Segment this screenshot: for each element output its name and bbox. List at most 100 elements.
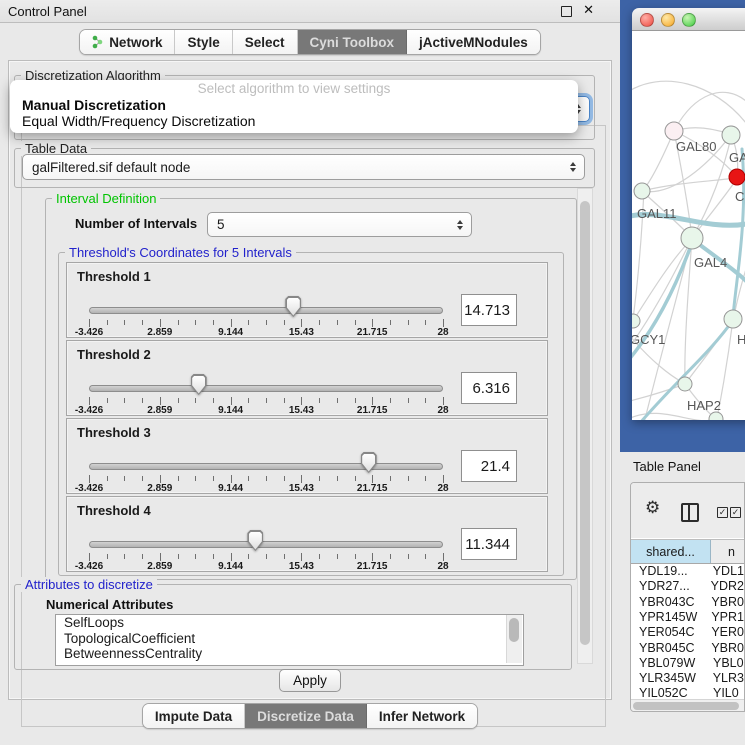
slider-track[interactable] (89, 385, 443, 392)
tab-jactivemnodules[interactable]: jActiveMNodules (407, 30, 540, 54)
table-row[interactable]: YBL079WYBL0 (631, 656, 744, 671)
slider-track[interactable] (89, 463, 443, 470)
control-panel-titlebar: Control Panel ✕ (0, 0, 620, 23)
network-edge (644, 131, 674, 189)
table-cell: YBR043C (631, 595, 709, 610)
table-row[interactable]: YDR27...YDR2 (631, 579, 744, 594)
minimize-traffic-light-icon[interactable] (661, 13, 675, 27)
table-row[interactable]: YBR043CYBR0 (631, 595, 744, 610)
slider-tick (248, 554, 249, 559)
slider-tick (124, 554, 125, 559)
slider-thumb[interactable] (247, 530, 263, 551)
table-row[interactable]: YDL19...YDL1 (631, 564, 744, 579)
threshold-panel: Threshold 3-3.4262.8599.14415.4321.71528… (66, 418, 548, 494)
slider-tick (266, 476, 267, 481)
slider-thumb[interactable] (285, 296, 301, 317)
settings-gear-icon[interactable]: ⚙ (645, 498, 660, 518)
slider-tick (89, 553, 90, 561)
tab-infer-network[interactable]: Infer Network (367, 704, 477, 728)
slider-tick-label: 15.43 (289, 405, 314, 416)
slider-tick (231, 397, 232, 405)
attribute-list-item[interactable]: TopologicalCoefficient (56, 631, 523, 647)
attribute-list-item[interactable]: BetweennessCentrality (56, 646, 523, 662)
select-all-checkbox-icon[interactable]: ✓ (730, 507, 741, 518)
network-node-gal4-node[interactable] (681, 227, 703, 249)
scrollbar-thumb[interactable] (580, 201, 590, 645)
apply-button[interactable]: Apply (279, 669, 341, 692)
slider-tick (231, 319, 232, 327)
combo-arrows-icon (457, 220, 463, 230)
column-layout-icon[interactable] (681, 503, 699, 522)
close-traffic-light-icon[interactable] (640, 13, 654, 27)
table-row[interactable]: YPR145WYPR1 (631, 610, 744, 625)
network-node-top-right-node[interactable] (722, 126, 740, 144)
slider-tick (195, 554, 196, 559)
slider-tick (372, 319, 373, 327)
tab-network[interactable]: Network (80, 30, 175, 54)
slider-track[interactable] (89, 541, 443, 548)
numerical-attributes-list[interactable]: SelfLoopsTopologicalCoefficientBetweenne… (55, 614, 524, 666)
tab-label: jActiveMNodules (419, 35, 528, 50)
slider-tick (372, 475, 373, 483)
select-all-checkbox-icon[interactable]: ✓ (717, 507, 728, 518)
slider-tick (213, 398, 214, 403)
slider-tick-label: 2.859 (147, 561, 172, 572)
slider-thumb[interactable] (361, 452, 377, 473)
interval-definition-title: Interval Definition (52, 191, 160, 206)
slider-tick (443, 397, 444, 405)
network-graph: GAL80GACGAL11GAL4GCY1HHAP2 (632, 31, 745, 420)
network-node-selected-red-node[interactable] (729, 169, 745, 185)
slider-tick-label: 21.715 (357, 327, 388, 338)
table-row[interactable]: YBR045CYBR0 (631, 641, 744, 656)
slider-tick-label: 28 (437, 405, 448, 416)
network-node-label: GA (729, 150, 745, 165)
attribute-list-item[interactable]: SelfLoops (56, 615, 523, 631)
slider-tick (248, 320, 249, 325)
slider-tick (284, 320, 285, 325)
table-row[interactable]: YER054CYER0 (631, 625, 744, 640)
table-column-header-shared[interactable]: shared... (631, 540, 711, 563)
float-panel-icon[interactable] (561, 6, 572, 17)
tab-select[interactable]: Select (233, 30, 298, 54)
network-node-gcy1-node[interactable] (632, 314, 640, 328)
close-icon[interactable]: ✕ (583, 2, 594, 18)
table-cell: YBR0 (709, 641, 744, 656)
threshold-value-field[interactable]: 21.4 (461, 450, 517, 482)
tab-cyni-toolbox[interactable]: Cyni Toolbox (298, 30, 408, 54)
tab-discretize-data[interactable]: Discretize Data (245, 704, 367, 728)
slider-thumb[interactable] (191, 374, 207, 395)
algorithm-option-equal-width-frequency-discretization[interactable]: Equal Width/Frequency Discretization (10, 114, 578, 130)
algorithm-option-manual-discretization[interactable]: Manual Discretization (10, 98, 578, 114)
threshold-value-field[interactable]: 11.344 (461, 528, 517, 560)
scrollbar-thumb[interactable] (633, 702, 739, 710)
network-node-gal11-node[interactable] (634, 183, 650, 199)
zoom-traffic-light-icon[interactable] (682, 13, 696, 27)
table-horizontal-scrollbar[interactable] (631, 699, 744, 712)
table-cell: YDL19... (631, 564, 711, 579)
threshold-value-field[interactable]: 6.316 (461, 372, 517, 404)
table-column-header-n[interactable]: n (711, 540, 744, 563)
network-node-bottom-node[interactable] (709, 412, 723, 420)
table-row[interactable]: YLR345WYLR3 (631, 671, 744, 686)
slider-tick (213, 476, 214, 481)
table-data-combobox[interactable]: galFiltered.sif default node (22, 154, 585, 180)
slider-tick-label: 15.43 (289, 327, 314, 338)
threshold-value-field[interactable]: 14.713 (461, 294, 517, 326)
slider-track[interactable] (89, 307, 443, 314)
number-of-intervals-combobox[interactable]: 5 (207, 212, 472, 237)
threshold-panel: Threshold 2-3.4262.8599.14415.4321.71528… (66, 340, 548, 416)
network-edge (632, 384, 685, 402)
tab-impute-data[interactable]: Impute Data (143, 704, 245, 728)
slider-tick (319, 398, 320, 403)
attributes-list-scrollbar[interactable] (506, 615, 522, 663)
slider-tick (301, 397, 302, 405)
scrollbar-thumb[interactable] (509, 618, 519, 642)
network-canvas[interactable]: GAL80GACGAL11GAL4GCY1HHAP2 (632, 31, 745, 420)
settings-vertical-scrollbar[interactable] (577, 188, 593, 664)
network-node-right-node[interactable] (724, 310, 742, 328)
tab-style[interactable]: Style (175, 30, 232, 54)
slider-tick (160, 475, 161, 483)
network-node-hap2-node[interactable] (678, 377, 692, 391)
slider-tick (443, 475, 444, 483)
network-node-gal80-node[interactable] (665, 122, 683, 140)
